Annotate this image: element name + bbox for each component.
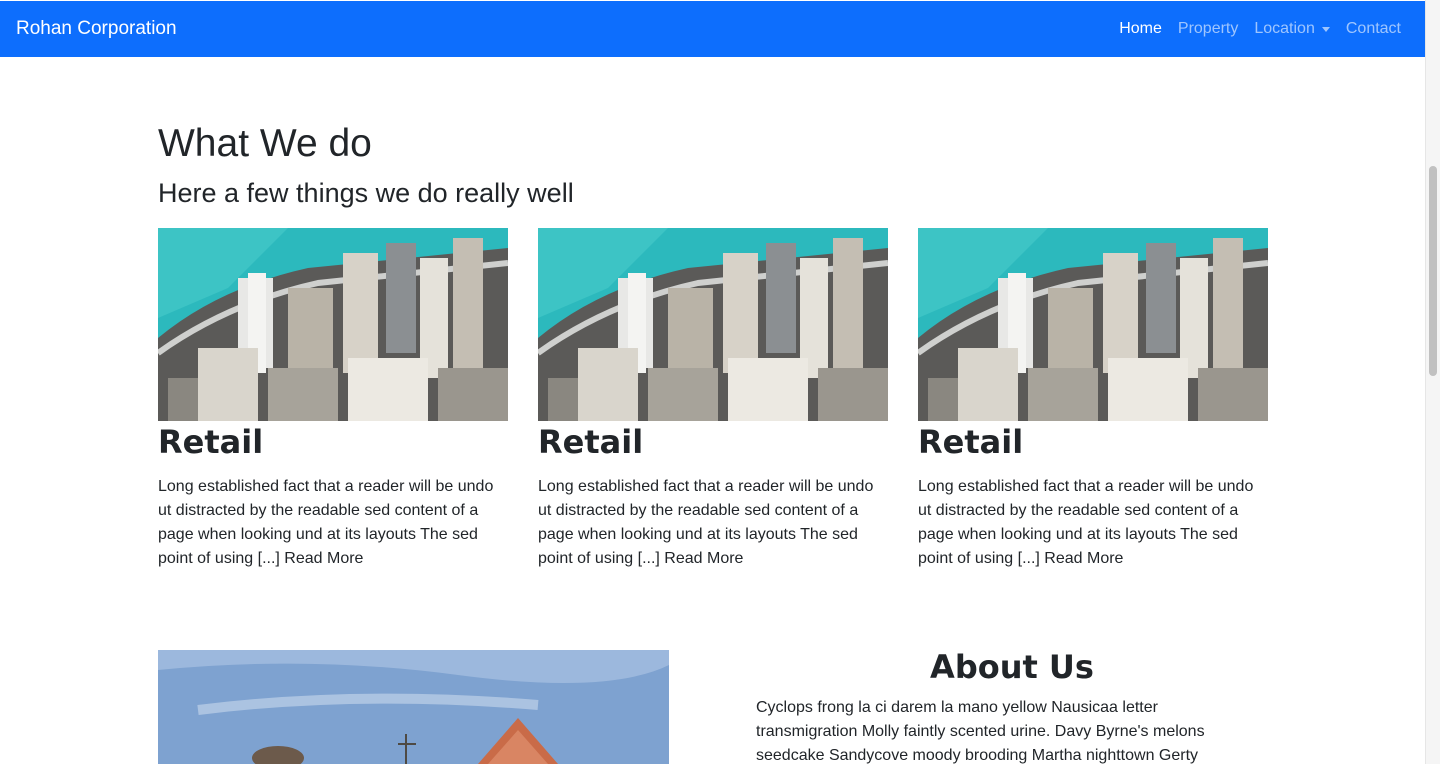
brand-link[interactable]: Rohan Corporation: [16, 18, 177, 40]
read-more-link[interactable]: Read More: [284, 550, 363, 567]
read-more-link[interactable]: Read More: [1044, 550, 1123, 567]
city-aerial-image: [918, 228, 1268, 421]
top-navbar: Rohan Corporation Home Property Location…: [0, 1, 1425, 57]
about-title: About Us: [930, 648, 1094, 686]
nav-item-location-dropdown[interactable]: Location: [1246, 20, 1338, 38]
about-text: Cyclops frong la ci darem la mano yellow…: [756, 699, 1205, 764]
about-image: [158, 650, 669, 764]
section-title: What We do: [158, 122, 372, 165]
page-scrollbar[interactable]: [1425, 0, 1440, 764]
nav-item-property[interactable]: Property: [1170, 20, 1246, 38]
card-text: Long established fact that a reader will…: [918, 475, 1268, 571]
nav-item-home[interactable]: Home: [1111, 20, 1170, 38]
service-card: Retail Long established fact that a read…: [538, 228, 888, 571]
card-title: Retail: [538, 423, 644, 461]
service-card: Retail Long established fact that a read…: [918, 228, 1268, 571]
card-text: Long established fact that a reader will…: [158, 475, 508, 571]
card-title: Retail: [158, 423, 264, 461]
nav-item-contact[interactable]: Contact: [1338, 20, 1409, 38]
read-more-link[interactable]: Read More: [664, 550, 743, 567]
chevron-down-icon: [1321, 26, 1330, 32]
city-aerial-image: [158, 228, 508, 421]
nav-links: Home Property Location Contact: [1111, 20, 1409, 38]
city-aerial-image: [538, 228, 888, 421]
section-subtitle: Here a few things we do really well: [158, 178, 574, 208]
service-card: Retail Long established fact that a read…: [158, 228, 508, 571]
card-text: Long established fact that a reader will…: [538, 475, 888, 571]
scrollbar-thumb[interactable]: [1429, 166, 1437, 376]
card-title: Retail: [918, 423, 1024, 461]
nav-item-location-label: Location: [1254, 20, 1315, 37]
